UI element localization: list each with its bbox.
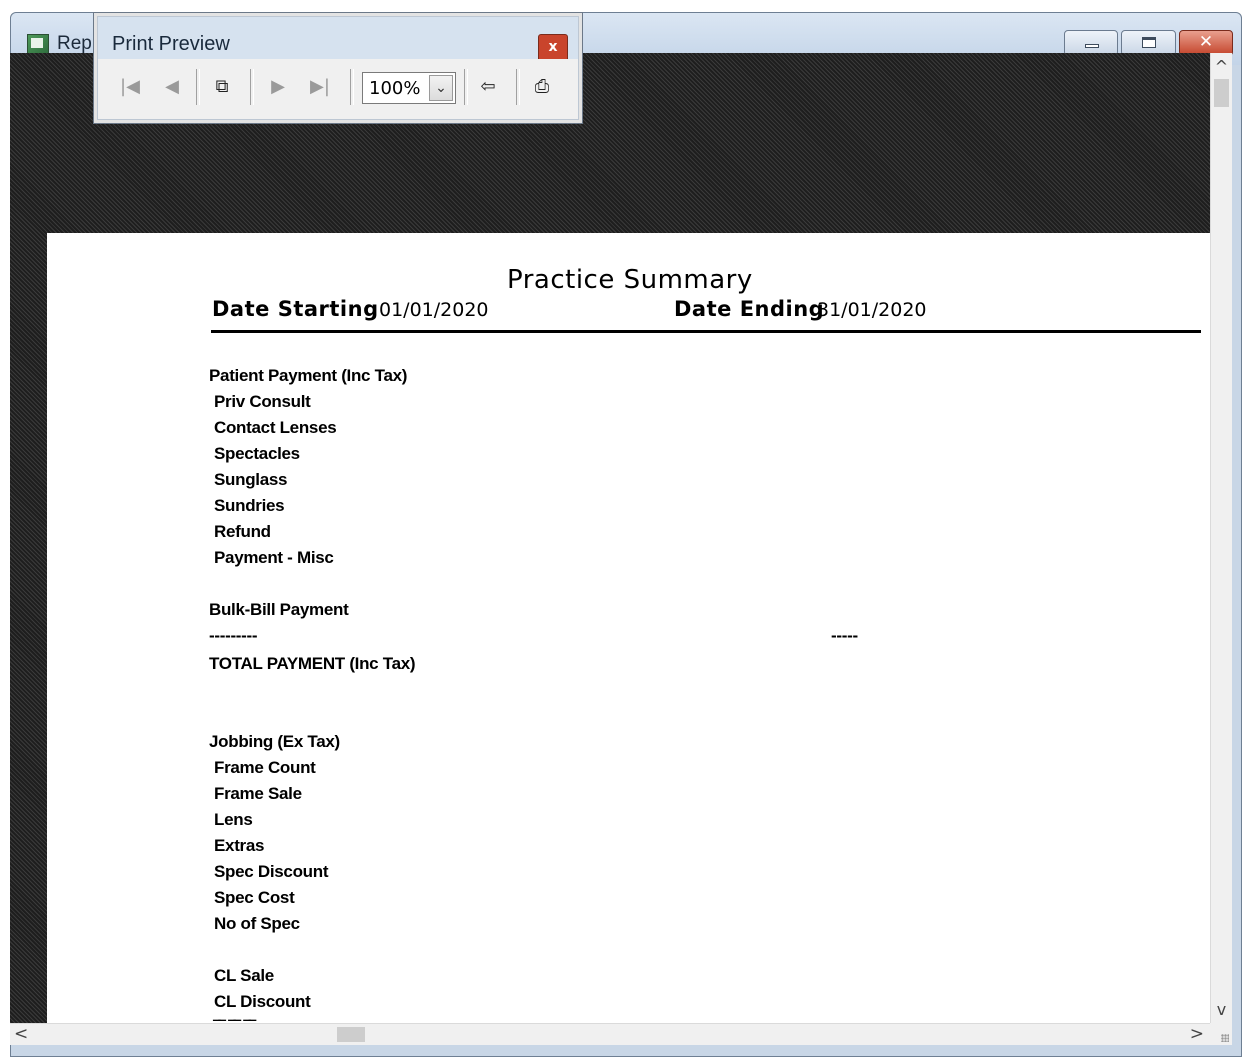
- minimize-icon: [1085, 44, 1099, 48]
- previous-page-icon[interactable]: ◀: [158, 69, 186, 103]
- report-line: Spec Discount: [214, 862, 329, 881]
- report-line: Jobbing (Ex Tax): [209, 732, 340, 751]
- date-starting-label: Date Starting: [212, 297, 379, 321]
- next-page-icon[interactable]: ▶: [264, 69, 292, 103]
- scroll-left-icon[interactable]: <: [14, 1024, 28, 1044]
- last-page-icon[interactable]: ▶|: [306, 69, 334, 103]
- report-line: Spec Cost: [214, 888, 295, 907]
- report-title: Practice Summary: [507, 265, 753, 295]
- toolbar-separator: [196, 69, 200, 105]
- report-line: Contact Lenses: [214, 418, 337, 437]
- report-line: Bulk-Bill Payment: [209, 600, 349, 619]
- zoom-value: 100%: [369, 78, 421, 99]
- exit-icon[interactable]: ⇦: [474, 69, 502, 103]
- vertical-scroll-thumb[interactable]: [1214, 79, 1229, 107]
- preview-viewport[interactable]: Practice Summary Date Starting 01/01/202…: [10, 53, 1210, 1023]
- report-line: Lens: [214, 810, 253, 829]
- report-line: Sundries: [214, 496, 285, 515]
- app-icon: [27, 34, 49, 54]
- header-rule: [211, 330, 1201, 333]
- report-line: Payment - Misc: [214, 548, 334, 567]
- scroll-up-icon[interactable]: ^: [1211, 57, 1232, 76]
- scroll-right-icon[interactable]: >: [1190, 1024, 1204, 1044]
- date-ending-value: 31/01/2020: [817, 299, 927, 321]
- toolbar-separator: [516, 69, 520, 105]
- report-line: No of Spec: [214, 914, 300, 933]
- printer-icon[interactable]: ⎙: [528, 69, 556, 103]
- report-line: Frame Count: [214, 758, 316, 777]
- multiple-pages-icon[interactable]: ⧉: [208, 69, 236, 103]
- report-line: Patient Payment (Inc Tax): [209, 366, 408, 385]
- window-title: Rep: [57, 33, 92, 54]
- horizontal-scroll-thumb[interactable]: [337, 1027, 365, 1042]
- maximize-icon: [1142, 37, 1156, 48]
- close-icon: ✕: [1198, 32, 1214, 52]
- horizontal-scrollbar[interactable]: < >: [10, 1023, 1210, 1045]
- report-line: CL Sale: [214, 966, 274, 985]
- report-line: TOTAL PAYMENT (Inc Tax): [209, 654, 416, 673]
- report-line: Extras: [214, 836, 265, 855]
- print-preview-toolbar: Print Preview x |◀ ◀ ⧉ ▶ ▶| 100% ⌄ ⇦ ⎙: [93, 12, 583, 124]
- report-line: CL Discount: [214, 992, 311, 1011]
- print-preview-title: Print Preview: [112, 33, 230, 55]
- toolbar-separator: [350, 69, 354, 105]
- report-line: Priv Consult: [214, 392, 311, 411]
- report-line: Frame Sale: [214, 784, 302, 803]
- date-ending-label: Date Ending: [674, 297, 825, 321]
- report-line: Refund: [214, 522, 271, 541]
- toolbar-buttons: |◀ ◀ ⧉ ▶ ▶| 100% ⌄ ⇦ ⎙: [98, 59, 578, 119]
- first-page-icon[interactable]: |◀: [116, 69, 144, 103]
- print-preview-close-button[interactable]: x: [538, 34, 568, 62]
- print-preview-titlebar[interactable]: Print Preview x: [98, 17, 578, 62]
- zoom-select[interactable]: 100% ⌄: [362, 72, 456, 104]
- resize-grip[interactable]: [1210, 1023, 1232, 1045]
- toolbar-separator: [250, 69, 254, 105]
- report-line: -----: [831, 626, 858, 645]
- report-line: Spectacles: [214, 444, 300, 463]
- date-starting-value: 01/01/2020: [379, 299, 489, 321]
- report-line: ---------: [209, 626, 258, 645]
- toolbar-separator: [464, 69, 468, 105]
- scroll-down-icon[interactable]: v: [1211, 1000, 1232, 1019]
- report-line: Sunglass: [214, 470, 288, 489]
- chevron-down-icon[interactable]: ⌄: [429, 75, 453, 101]
- report-page: Practice Summary Date Starting 01/01/202…: [47, 233, 1210, 1023]
- vertical-scrollbar[interactable]: ^ v: [1210, 53, 1232, 1023]
